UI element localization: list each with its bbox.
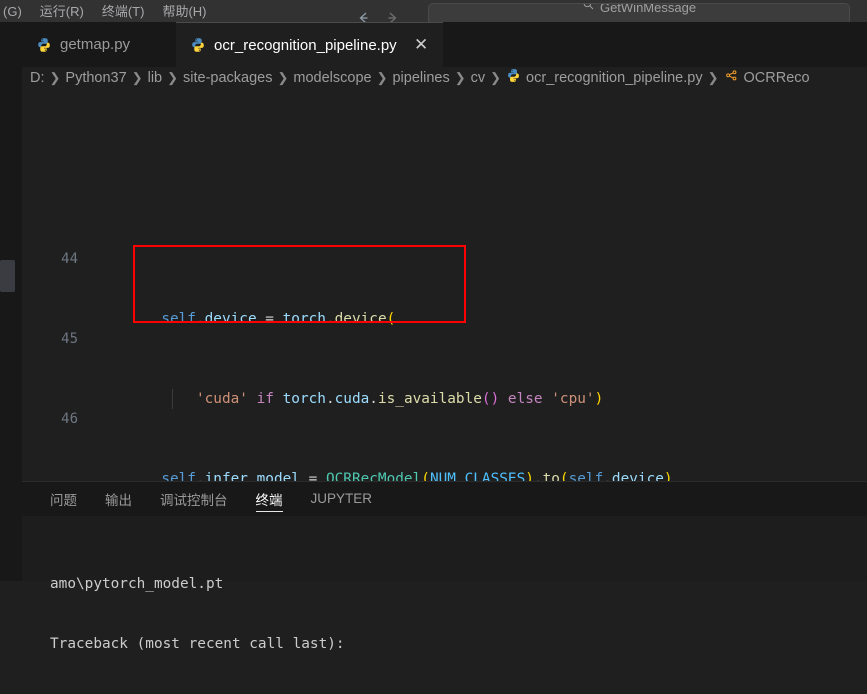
command-palette-text: GetWinMessage	[599, 3, 697, 15]
breadcrumb-item-file[interactable]: ocr_recognition_pipeline.py	[526, 70, 703, 86]
activity-bar	[0, 22, 22, 581]
code-text: 'cuda' if torch.cuda.is_available() else…	[195, 391, 604, 407]
chevron-right-icon: ❯	[707, 70, 719, 85]
python-file-icon	[506, 68, 521, 88]
menu-item-go[interactable]: (G)	[0, 5, 31, 18]
breadcrumb-item-cv[interactable]: cv	[471, 70, 486, 86]
navigation-buttons	[350, 0, 406, 22]
chevron-right-icon: ❯	[376, 70, 388, 85]
tab-close-icon[interactable]: ✕	[414, 36, 429, 53]
chevron-right-icon: ❯	[490, 70, 502, 85]
forward-button[interactable]	[378, 0, 406, 22]
editor-vertical-scrollbar[interactable]	[0, 260, 15, 292]
panel-tab-problems[interactable]: 问题	[36, 481, 91, 516]
code-editor[interactable]: 44 45 self.device = torch.device( 46 'cu…	[22, 89, 867, 481]
title-bar: (G) 运行(R) 终端(T) 帮助(H) GetWinMessage	[0, 0, 867, 22]
terminal-output: amo\pytorch_model.pt Traceback (most rec…	[50, 534, 345, 694]
terminal-line: Traceback (most recent call last):	[50, 636, 345, 652]
code-line[interactable]: 44	[22, 229, 91, 267]
code-content: 44 45 self.device = torch.device( 46 'cu…	[22, 89, 672, 481]
panel-tab-jupyter[interactable]: JUPYTER	[297, 481, 387, 516]
code-line[interactable]	[22, 162, 91, 169]
tab-label: getmap.py	[60, 36, 131, 53]
back-button[interactable]	[350, 0, 378, 22]
chevron-right-icon: ❯	[131, 70, 143, 85]
breadcrumb-item-pipelines[interactable]: pipelines	[392, 70, 449, 86]
terminal-line: amo\pytorch_model.pt	[50, 576, 224, 592]
terminal-view[interactable]: amo\pytorch_model.pt Traceback (most rec…	[22, 516, 867, 652]
code-line[interactable]: 46 'cuda' if torch.cuda.is_available() e…	[22, 389, 603, 427]
search-icon	[582, 4, 595, 16]
breadcrumb-item-symbol[interactable]: OCRReco	[744, 70, 810, 86]
line-number: 44	[61, 251, 78, 267]
breadcrumb-item-drive[interactable]: D:	[30, 70, 45, 86]
panel-tab-output[interactable]: 输出	[91, 481, 146, 516]
command-palette-input[interactable]: GetWinMessage	[428, 3, 850, 22]
tab-label: ocr_recognition_pipeline.py	[214, 36, 397, 54]
breadcrumb: D: ❯ Python37 ❯ lib ❯ site-packages ❯ mo…	[22, 67, 867, 89]
breadcrumb-item-modelscope[interactable]: modelscope	[293, 70, 371, 86]
python-file-icon	[38, 37, 50, 52]
chevron-right-icon: ❯	[49, 70, 61, 85]
line-number: 46	[61, 411, 78, 427]
breadcrumb-item-python37[interactable]: Python37	[65, 70, 126, 86]
menu-item-run[interactable]: 运行(R)	[31, 5, 93, 18]
editor-tab-bar: getmap.py ✕ ocr_recognition_pipeline.py …	[22, 22, 867, 67]
code-text: self.infer_model = OCRRecModel(NUM_CLASS…	[161, 471, 673, 481]
bottom-panel: 问题 输出 调试控制台 终端 JUPYTER amo\pytorch_model…	[22, 481, 867, 652]
forward-arrow-icon	[388, 12, 397, 22]
panel-tab-terminal[interactable]: 终端	[242, 481, 297, 516]
vscode-window: (G) 运行(R) 终端(T) 帮助(H) GetWinMessage getm…	[0, 0, 867, 652]
code-text: self.device = torch.device(	[161, 311, 396, 327]
breadcrumb-item-site-packages[interactable]: site-packages	[183, 70, 272, 86]
code-line[interactable]: 45 self.device = torch.device(	[22, 309, 395, 347]
chevron-right-icon: ❯	[167, 70, 179, 85]
tab-ocr-recognition-pipeline-py[interactable]: ocr_recognition_pipeline.py ✕	[176, 22, 443, 67]
class-symbol-icon	[724, 68, 739, 88]
panel-tab-debug-console[interactable]: 调试控制台	[146, 481, 242, 516]
code-line[interactable]: 47 self.infer_model = OCRRecModel(NUM_CL…	[22, 469, 672, 481]
breadcrumb-item-lib[interactable]: lib	[148, 70, 163, 86]
menu-bar: (G) 运行(R) 终端(T) 帮助(H)	[0, 0, 215, 22]
python-file-icon	[192, 38, 204, 52]
back-arrow-icon	[359, 12, 368, 22]
chevron-right-icon: ❯	[454, 70, 466, 85]
chevron-right-icon: ❯	[277, 70, 289, 85]
menu-item-help[interactable]: 帮助(H)	[153, 5, 215, 18]
line-number: 45	[61, 331, 78, 347]
tab-getmap-py[interactable]: getmap.py ✕	[22, 22, 177, 67]
menu-item-terminal[interactable]: 终端(T)	[93, 5, 154, 18]
panel-tab-bar: 问题 输出 调试控制台 终端 JUPYTER	[22, 481, 386, 516]
